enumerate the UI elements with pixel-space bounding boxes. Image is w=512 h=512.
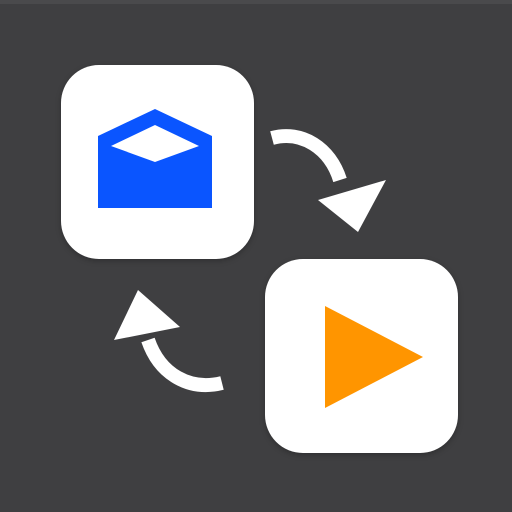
top-border	[0, 0, 512, 4]
curved-arrow-icon	[270, 129, 386, 232]
play-icon	[325, 306, 423, 408]
curved-arrow-icon	[114, 290, 224, 393]
open-envelope-icon	[98, 109, 212, 208]
app-icon-canvas	[0, 0, 512, 512]
mail-app-tile[interactable]	[61, 65, 254, 259]
play-app-tile[interactable]	[265, 259, 458, 453]
